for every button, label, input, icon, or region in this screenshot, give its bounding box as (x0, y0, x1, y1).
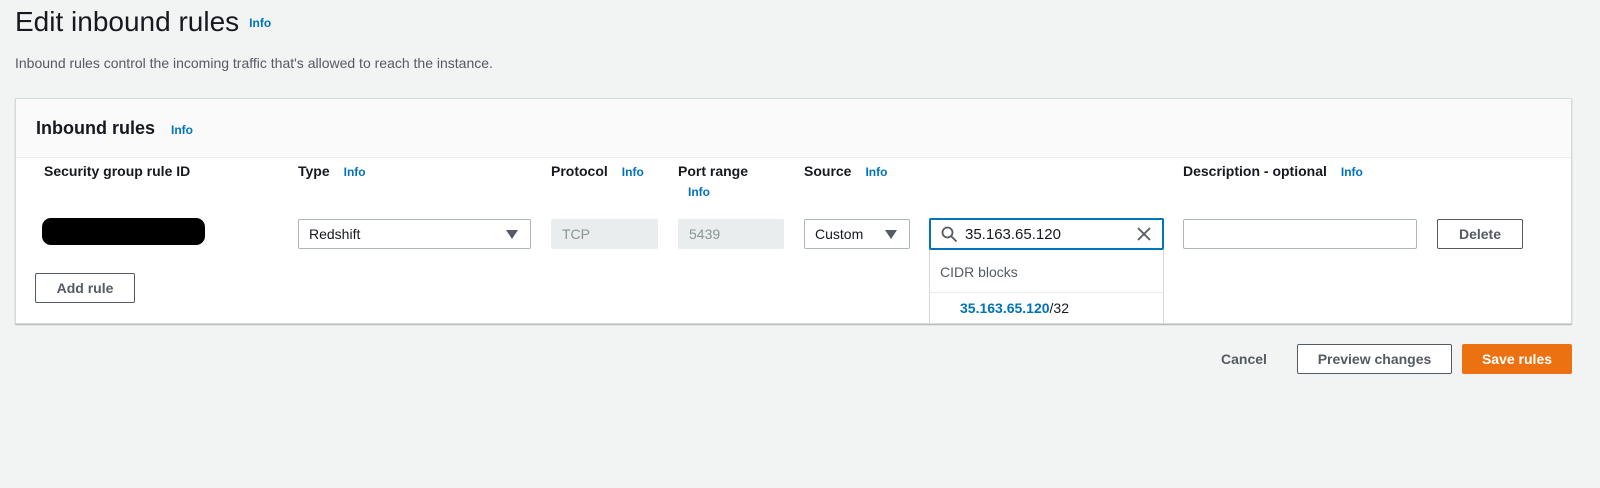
source-cidr-search[interactable] (929, 218, 1164, 250)
column-header-source-label: Source (804, 163, 852, 179)
column-header-protocol: Protocol Info (551, 163, 644, 179)
column-header-rule-id: Security group rule ID (44, 163, 190, 179)
dropdown-option-suffix: /32 (1049, 300, 1069, 316)
source-type-value: Custom (815, 226, 864, 242)
preview-changes-button[interactable]: Preview changes (1297, 344, 1452, 374)
port-range-info-link[interactable]: Info (688, 185, 710, 199)
description-input[interactable] (1183, 219, 1417, 249)
page-description: Inbound rules control the incoming traff… (15, 55, 493, 71)
dropdown-group-label: CIDR blocks (940, 264, 1018, 280)
dropdown-option-cidr[interactable]: 35.163.65.120/32 (960, 300, 1069, 316)
protocol-field: TCP (551, 219, 658, 249)
column-header-description: Description - optional Info (1183, 163, 1363, 179)
source-type-select[interactable]: Custom (804, 219, 910, 249)
caret-down-icon (506, 230, 518, 239)
page-title: Edit inbound rules Info (15, 6, 271, 38)
type-select[interactable]: Redshift (298, 219, 531, 249)
column-header-port-range-label: Port range (678, 163, 749, 179)
page-title-info-link[interactable]: Info (249, 16, 271, 30)
column-header-protocol-label: Protocol (551, 163, 608, 179)
inbound-rules-panel: Inbound rules Info (15, 98, 1572, 324)
column-header-rule-id-label: Security group rule ID (44, 163, 191, 179)
port-range-field: 5439 (678, 219, 784, 249)
panel-header: Inbound rules Info (16, 99, 1571, 158)
dropdown-divider (930, 292, 1163, 293)
search-icon (941, 226, 957, 242)
caret-down-icon (885, 230, 897, 239)
type-select-value: Redshift (309, 226, 361, 242)
column-header-source: Source Info (804, 163, 887, 179)
column-header-type-label: Type (298, 163, 330, 179)
panel-title: Inbound rules Info (36, 118, 193, 139)
delete-button[interactable]: Delete (1437, 219, 1523, 249)
page-title-text: Edit inbound rules (15, 6, 240, 37)
rule-id-redacted (42, 218, 205, 245)
cidr-dropdown: CIDR blocks 35.163.65.120/32 (929, 250, 1164, 324)
panel-title-text: Inbound rules (36, 118, 155, 138)
description-info-link[interactable]: Info (1341, 165, 1363, 179)
add-rule-button[interactable]: Add rule (35, 273, 135, 303)
panel-title-info-link[interactable]: Info (171, 123, 193, 137)
type-info-link[interactable]: Info (344, 165, 366, 179)
clear-icon[interactable] (1136, 226, 1152, 247)
column-header-description-label: Description - optional (1183, 163, 1327, 179)
source-cidr-input[interactable] (963, 224, 1127, 244)
cancel-button[interactable]: Cancel (1210, 344, 1278, 374)
column-header-type: Type Info (298, 163, 366, 179)
protocol-info-link[interactable]: Info (622, 165, 644, 179)
save-rules-button[interactable]: Save rules (1462, 344, 1572, 374)
protocol-value: TCP (562, 226, 590, 242)
source-info-link[interactable]: Info (865, 165, 887, 179)
port-range-value: 5439 (689, 226, 721, 242)
dropdown-option-match: 35.163.65.120 (960, 300, 1050, 316)
column-header-port-range: Port range Info (678, 163, 748, 199)
